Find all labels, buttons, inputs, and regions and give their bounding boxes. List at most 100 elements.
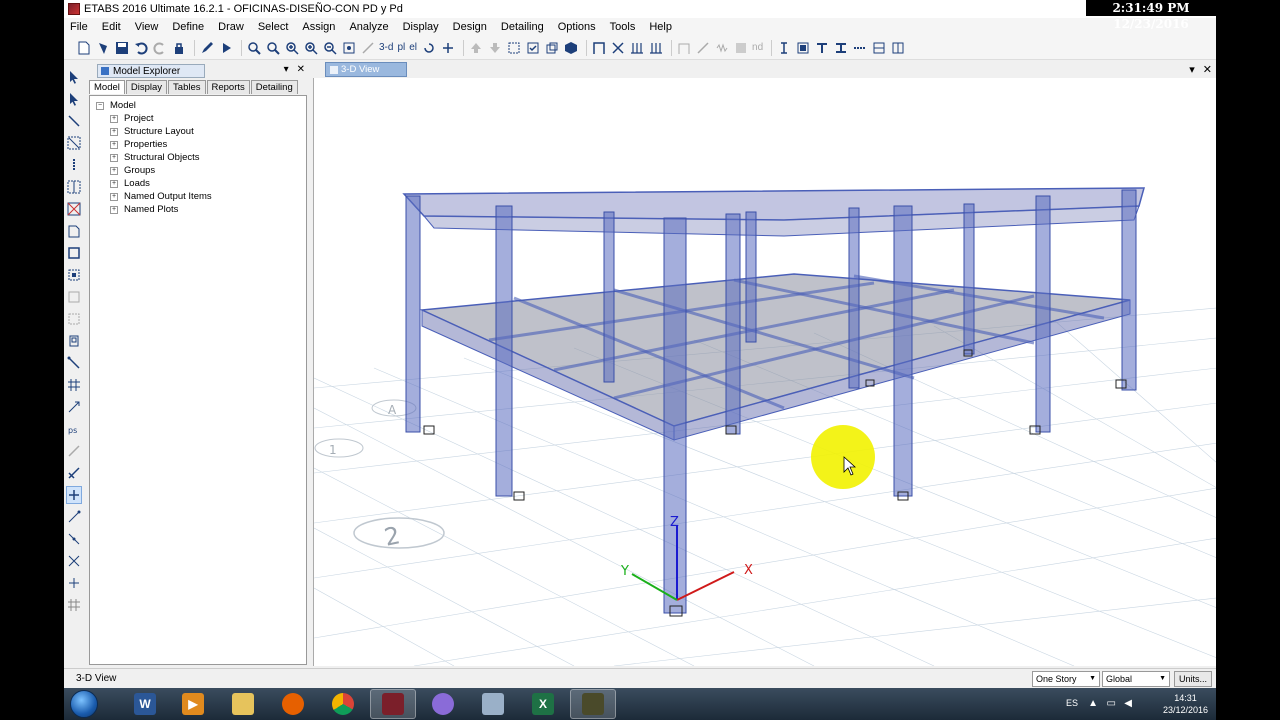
text-cursor-icon[interactable] — [776, 40, 792, 56]
network-icon[interactable]: ▭ — [1107, 698, 1116, 709]
expand-icon[interactable]: + — [110, 205, 118, 214]
redo-icon[interactable] — [152, 40, 168, 56]
taskbar-etabs[interactable] — [370, 689, 416, 719]
open-icon[interactable] — [95, 40, 111, 56]
node-button[interactable]: nd — [752, 42, 763, 53]
taskbar-chrome[interactable] — [320, 689, 366, 719]
taskbar-calculator[interactable] — [470, 689, 516, 719]
zoom-window-icon[interactable] — [246, 40, 262, 56]
menu-define[interactable]: Define — [172, 21, 204, 33]
taskbar-app2[interactable] — [570, 689, 616, 719]
elevation-view-button[interactable]: el — [409, 42, 417, 53]
tab-display[interactable]: Display — [125, 80, 168, 94]
set-display-icon[interactable] — [544, 40, 560, 56]
close-icon[interactable]: ✕ — [1203, 63, 1212, 76]
tray-arrow-icon[interactable]: ▲ — [1088, 698, 1098, 709]
tree-root-model[interactable]: − Model — [96, 99, 306, 112]
units-button[interactable]: Units... — [1174, 671, 1212, 687]
expand-icon[interactable]: + — [110, 140, 118, 149]
move-up-icon[interactable] — [468, 40, 484, 56]
taskbar-excel[interactable]: X — [520, 689, 566, 719]
pan-icon[interactable] — [341, 40, 357, 56]
expand-icon[interactable]: + — [110, 127, 118, 136]
zoom-in-icon[interactable] — [284, 40, 300, 56]
tree-item-loads[interactable]: + Loads — [96, 177, 306, 190]
measure-icon[interactable] — [360, 40, 376, 56]
collapse-icon[interactable]: − — [96, 101, 104, 110]
snap-middle-icon[interactable] — [66, 530, 82, 548]
zoom-out-icon[interactable] — [322, 40, 338, 56]
snap-ends-icon[interactable] — [66, 508, 82, 526]
refresh-icon[interactable] — [440, 40, 456, 56]
menu-options[interactable]: Options — [558, 21, 596, 33]
save-icon[interactable] — [114, 40, 130, 56]
draw-section-cut-icon[interactable]: ps — [66, 420, 82, 438]
menu-design[interactable]: Design — [453, 21, 487, 33]
menu-draw[interactable]: Draw — [218, 21, 244, 33]
menu-edit[interactable]: Edit — [102, 21, 121, 33]
dimension-icon[interactable] — [852, 40, 868, 56]
story-select[interactable]: One Story ▼ — [1032, 671, 1100, 687]
rotate-icon[interactable] — [421, 40, 437, 56]
taskbar-firefox[interactable] — [270, 689, 316, 719]
draw-wall-icon[interactable] — [66, 288, 82, 306]
snap-grid-icon[interactable] — [66, 596, 82, 614]
snap-perpendicular-icon[interactable] — [66, 574, 82, 592]
menu-view[interactable]: View — [135, 21, 159, 33]
menu-assign[interactable]: Assign — [302, 21, 335, 33]
taskbar-app[interactable] — [420, 689, 466, 719]
dropdown-arrow-icon[interactable]: ▾ — [284, 64, 289, 75]
taskbar-folder[interactable] — [220, 689, 266, 719]
menu-analyze[interactable]: Analyze — [349, 21, 388, 33]
lock-icon[interactable] — [171, 40, 187, 56]
reshape-icon[interactable] — [66, 90, 82, 108]
taskbar-media[interactable]: ▶ — [170, 689, 216, 719]
spring-icon[interactable] — [714, 40, 730, 56]
view-3d-button[interactable]: 3-d — [379, 42, 393, 53]
3d-model-canvas[interactable]: 2 A 1 Z X Y — [313, 78, 1216, 666]
new-model-icon[interactable] — [76, 40, 92, 56]
tab-detailing[interactable]: Detailing — [250, 80, 298, 94]
checkbox-icon[interactable] — [525, 40, 541, 56]
wall-icon[interactable] — [676, 40, 692, 56]
tree-item-structural-objects[interactable]: + Structural Objects — [96, 151, 306, 164]
plan-view-button[interactable]: pl — [397, 42, 405, 53]
menu-file[interactable]: File — [70, 21, 88, 33]
draw-beam-icon[interactable] — [66, 178, 82, 196]
tree-item-properties[interactable]: + Properties — [96, 138, 306, 151]
tree-item-groups[interactable]: + Groups — [96, 164, 306, 177]
shaded-icon[interactable] — [733, 40, 749, 56]
tab-model[interactable]: Model — [89, 80, 125, 94]
draw-column-icon[interactable] — [66, 156, 82, 174]
table-icon[interactable] — [890, 40, 906, 56]
draw-strip-icon[interactable] — [66, 464, 82, 482]
draw-opening-icon[interactable] — [66, 332, 82, 350]
expand-icon[interactable]: + — [110, 153, 118, 162]
menu-detailing[interactable]: Detailing — [501, 21, 544, 33]
run-icon[interactable] — [218, 40, 234, 56]
tree-item-project[interactable]: + Project — [96, 112, 306, 125]
t-section-icon[interactable] — [814, 40, 830, 56]
pointer-icon[interactable] — [66, 68, 82, 86]
menu-select[interactable]: Select — [258, 21, 289, 33]
quick-draw-floor-icon[interactable] — [66, 266, 82, 284]
object-shrink-icon[interactable] — [563, 40, 579, 56]
start-button[interactable] — [70, 690, 98, 718]
link-icon[interactable] — [695, 40, 711, 56]
expand-icon[interactable]: + — [110, 114, 118, 123]
tray-clock[interactable]: 14:31 23/12/2016 — [1163, 692, 1208, 716]
snap-intersection-icon[interactable] — [66, 552, 82, 570]
volume-icon[interactable]: ◀ — [1124, 698, 1132, 709]
draw-link-icon[interactable] — [66, 354, 82, 372]
draw-rect-floor-icon[interactable] — [66, 244, 82, 262]
i-section-icon[interactable] — [833, 40, 849, 56]
snap-icon[interactable] — [66, 486, 82, 504]
menu-display[interactable]: Display — [403, 21, 439, 33]
menu-tools[interactable]: Tools — [610, 21, 636, 33]
zoom-restore-icon[interactable] — [265, 40, 281, 56]
expand-icon[interactable]: + — [110, 192, 118, 201]
tree-item-structure-layout[interactable]: + Structure Layout — [96, 125, 306, 138]
brace-icon[interactable] — [610, 40, 626, 56]
zoom-in-step-icon[interactable] — [303, 40, 319, 56]
draw-floor-icon[interactable] — [66, 222, 82, 240]
